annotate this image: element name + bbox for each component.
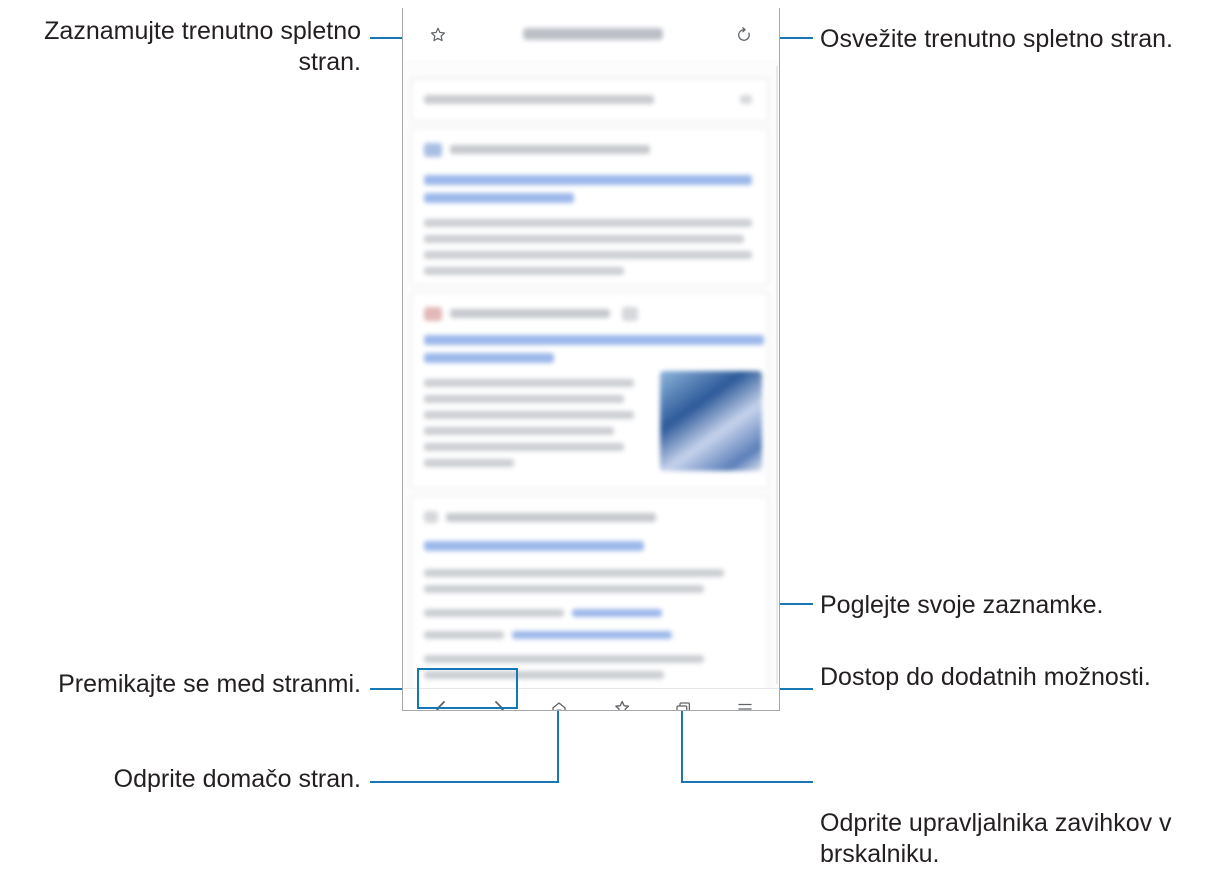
browser-screen	[402, 8, 780, 711]
back-forward-highlight	[417, 668, 518, 709]
url-text[interactable]	[523, 28, 663, 40]
callout-home: Odprite domačo stran.	[113, 765, 361, 793]
leader-line-home-v	[557, 703, 559, 782]
callout-bookmark-current: Zaznamujte trenutno spletno stran.	[44, 17, 361, 76]
tabs-icon[interactable]	[669, 695, 697, 710]
callout-refresh: Osvežite trenutno spletno stran.	[820, 25, 1173, 53]
refresh-icon[interactable]	[731, 22, 757, 48]
search-box[interactable]	[411, 78, 768, 122]
star-list-icon[interactable]	[609, 695, 637, 710]
address-bar[interactable]	[403, 8, 779, 60]
leader-line-home-h	[370, 781, 559, 783]
result-thumbnail	[660, 371, 762, 471]
callout-tabs-manager: Odprite upravljalnika zavihkov v brskaln…	[820, 809, 1172, 868]
result-card[interactable]	[411, 292, 768, 489]
result-card[interactable]	[411, 128, 768, 285]
callout-navigate: Premikajte se med stranmi.	[58, 670, 361, 698]
callout-view-bookmarks: Poglejte svoje zaznamke.	[820, 591, 1104, 619]
star-outline-icon[interactable]	[425, 22, 451, 48]
home-icon[interactable]	[545, 695, 573, 710]
blurred-page-content	[403, 60, 779, 698]
hamburger-menu-icon[interactable]	[731, 695, 759, 710]
scrollbar[interactable]	[776, 66, 778, 684]
callout-more-options: Dostop do dodatnih možnosti.	[820, 663, 1151, 691]
leader-line-tabs-h	[681, 781, 813, 783]
leader-line-tabs-v	[681, 703, 683, 782]
